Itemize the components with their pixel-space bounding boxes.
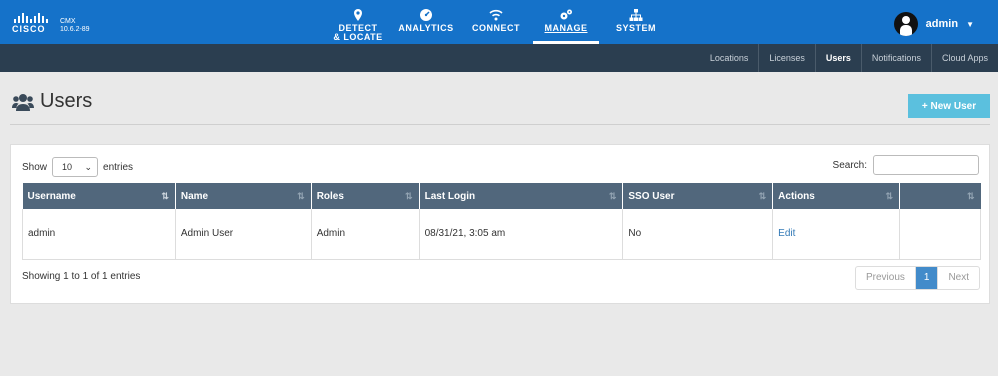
sub-navbar: Locations Licenses Users Notifications C… xyxy=(0,44,998,72)
wifi-icon xyxy=(489,9,503,21)
sort-icon: ⇅ xyxy=(297,191,305,201)
chevron-down-icon: ▼ xyxy=(966,19,974,29)
previous-button[interactable]: Previous xyxy=(856,267,916,289)
gears-icon xyxy=(560,9,572,20)
brand-name: CISCO xyxy=(12,24,46,34)
nav-label: ANALYTICS xyxy=(398,23,454,33)
sort-icon: ⇅ xyxy=(966,191,975,201)
new-user-button[interactable]: + New User xyxy=(908,94,990,118)
sort-icon: ⇅ xyxy=(608,191,617,201)
nav-system[interactable]: SYSTEM xyxy=(610,0,662,44)
nav-label: CONNECT xyxy=(472,23,520,33)
header-divider xyxy=(10,124,990,125)
nav-detect-locate[interactable]: DETECT & LOCATE xyxy=(332,0,384,44)
nav-label: MANAGE xyxy=(544,23,588,33)
product-version: CMX 10.6.2-89 xyxy=(60,18,90,34)
column-sso-user[interactable]: SSO User ⇅ xyxy=(622,183,774,209)
sort-icon: ⇅ xyxy=(405,191,413,201)
entries-select[interactable]: 10 ⌄ xyxy=(52,157,99,177)
users-icon xyxy=(12,93,34,111)
cell-roles: Admin xyxy=(310,209,420,260)
entries-select-value: 10 xyxy=(62,162,73,172)
user-menu[interactable]: admin ▼ xyxy=(893,12,974,36)
top-navbar: CISCO CMX 10.6.2-89 DETECT & LOCATE ANAL… xyxy=(0,0,998,44)
chevron-down-icon: ⌄ xyxy=(84,161,93,172)
table-row: admin Admin User Admin 08/31/21, 3:05 am… xyxy=(22,209,981,260)
column-roles[interactable]: Roles ⇅ xyxy=(311,183,420,209)
nav-label-line2: & LOCATE xyxy=(333,32,383,42)
column-label: SSO User xyxy=(628,190,675,202)
column-label: Last Login xyxy=(424,190,476,202)
cell-last-login: 08/31/21, 3:05 am xyxy=(418,209,624,260)
cell-username: admin xyxy=(22,209,176,260)
subnav-users[interactable]: Users xyxy=(814,44,861,72)
version-label: 10.6.2-89 xyxy=(60,26,90,33)
column-extra[interactable]: ⇅ xyxy=(899,183,981,209)
map-pin-icon xyxy=(354,9,362,21)
page-1-button[interactable]: 1 xyxy=(915,267,938,289)
nav-label: SYSTEM xyxy=(615,23,656,33)
column-label: Username xyxy=(27,190,76,202)
cell-name: Admin User xyxy=(174,209,312,260)
avatar xyxy=(893,12,918,36)
search-label: Search: xyxy=(832,159,867,171)
subnav-locations[interactable]: Locations xyxy=(700,44,759,72)
pagination: Previous 1 Next xyxy=(854,266,980,290)
users-table: Username ⇅ Name ⇅ Roles ⇅ Last Login ⇅ SSO U… xyxy=(22,183,981,260)
column-name[interactable]: Name ⇅ xyxy=(175,183,312,209)
sort-icon: ⇅ xyxy=(885,191,894,201)
nav-manage[interactable]: MANAGE xyxy=(533,0,599,44)
page-title: Users xyxy=(40,90,93,112)
cisco-logo[interactable]: CISCO xyxy=(12,12,52,36)
cell-extra xyxy=(899,209,981,260)
nav-analytics[interactable]: ANALYTICS xyxy=(396,0,456,44)
length-control: Show 10 ⌄ entries xyxy=(22,157,133,177)
column-last-login[interactable]: Last Login ⇅ xyxy=(419,183,624,209)
table-header-row: Username ⇅ Name ⇅ Roles ⇅ Last Login ⇅ SSO U… xyxy=(22,183,981,209)
entries-label: entries xyxy=(103,161,134,173)
users-panel: Show 10 ⌄ entries Search: Username ⇅ Name… xyxy=(10,144,990,304)
search-input[interactable] xyxy=(873,155,979,175)
next-button[interactable]: Next xyxy=(937,267,979,289)
column-label: Name xyxy=(180,190,209,202)
sort-icon: ⇅ xyxy=(758,191,767,201)
cell-sso-user: No xyxy=(622,209,774,260)
column-label: Actions xyxy=(778,190,815,202)
sort-asc-icon: ⇅ xyxy=(161,191,169,201)
cell-actions: Edit xyxy=(772,209,901,260)
subnav-cloud-apps[interactable]: Cloud Apps xyxy=(930,44,998,72)
show-label: Show xyxy=(22,161,48,173)
subnav-licenses[interactable]: Licenses xyxy=(758,44,815,72)
product-name: CMX xyxy=(60,18,76,25)
edit-link[interactable]: Edit xyxy=(778,228,795,239)
column-label: Roles xyxy=(316,190,344,202)
search-control: Search: xyxy=(833,155,979,175)
column-actions[interactable]: Actions ⇅ xyxy=(772,183,901,209)
subnav-notifications[interactable]: Notifications xyxy=(860,44,931,72)
page-header: Users xyxy=(12,90,92,113)
dashboard-icon xyxy=(420,9,432,21)
nav-connect[interactable]: CONNECT xyxy=(468,0,524,44)
user-name: admin xyxy=(925,18,959,30)
column-username[interactable]: Username ⇅ xyxy=(22,183,176,209)
table-info: Showing 1 to 1 of 1 entries xyxy=(22,271,141,282)
sitemap-icon xyxy=(629,9,643,21)
